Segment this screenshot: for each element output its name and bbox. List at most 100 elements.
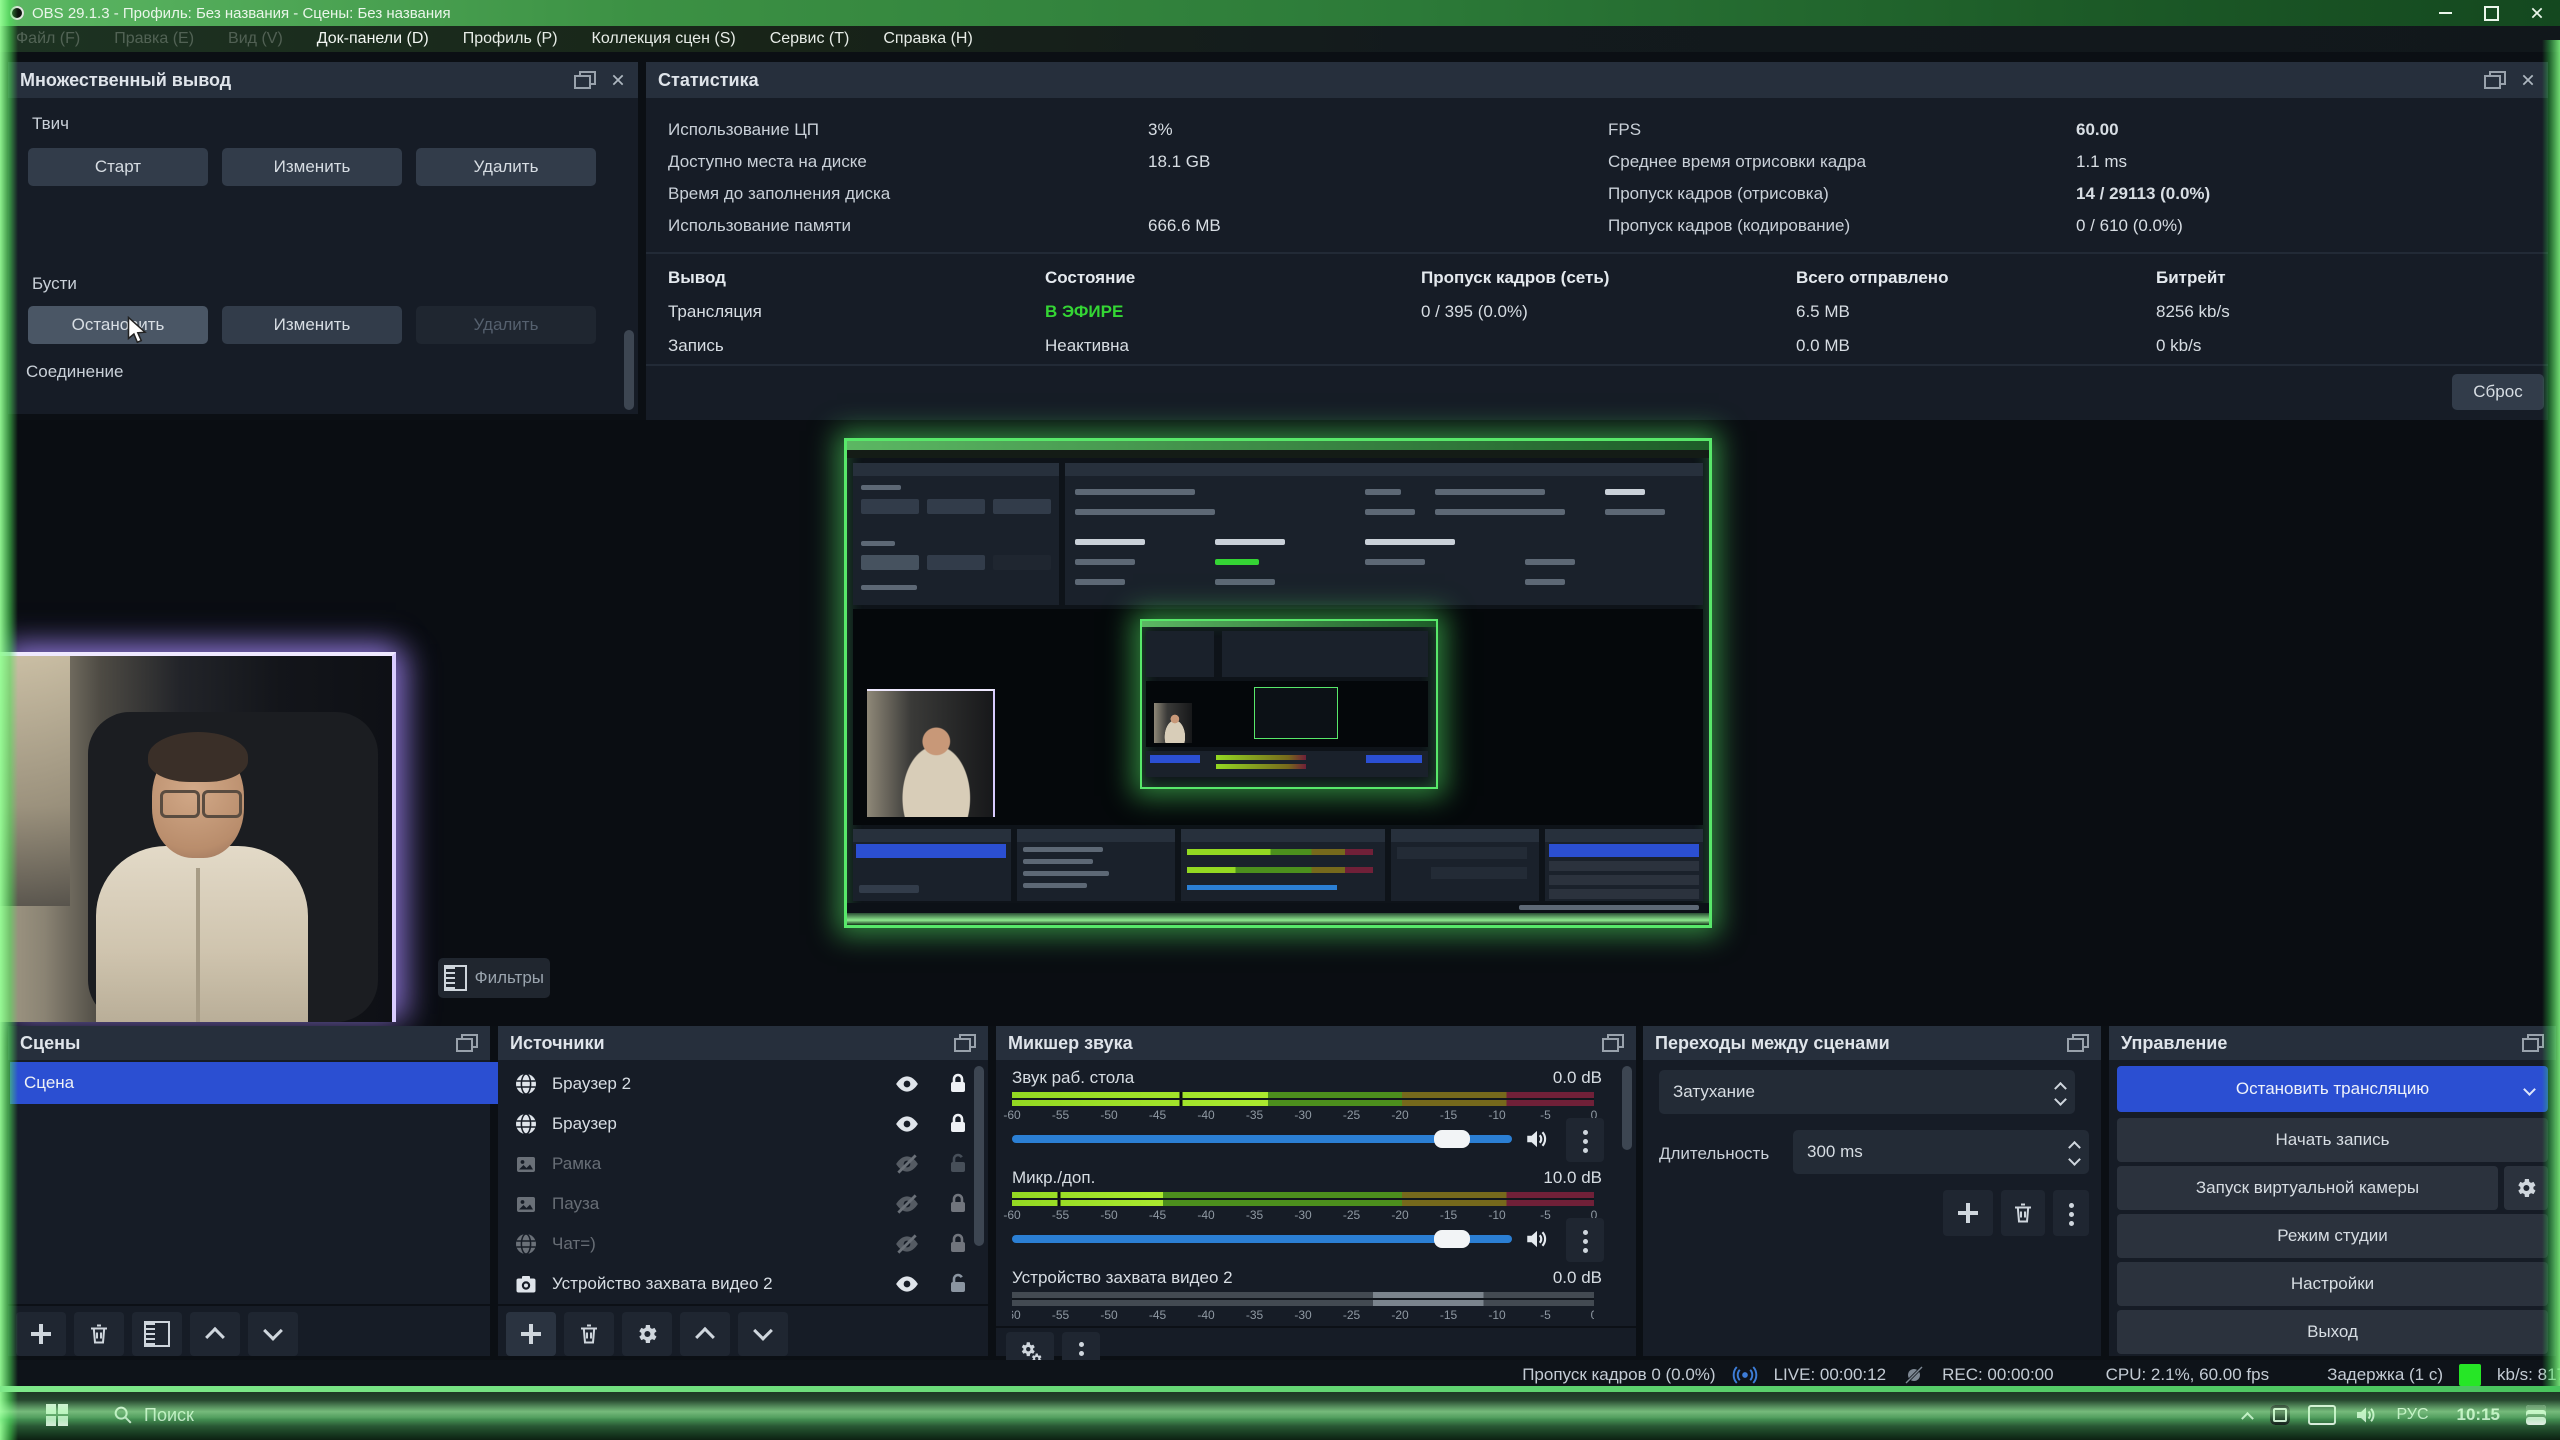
add-transition-button[interactable] — [1943, 1190, 1993, 1236]
menu-help[interactable]: Справка (H) — [883, 30, 972, 48]
add-scene-button[interactable] — [16, 1312, 66, 1356]
unlock-icon[interactable] — [946, 1152, 970, 1176]
tray-volume-icon[interactable] — [2354, 1403, 2378, 1427]
sweater-zipper — [196, 868, 200, 1022]
scene-move-up-button[interactable] — [190, 1312, 240, 1356]
menu-docks[interactable]: Док-панели (D) — [317, 30, 429, 48]
duration-spinbox[interactable]: 300 ms — [1793, 1130, 2089, 1174]
close-button[interactable] — [2514, 0, 2560, 26]
tray-obs-icon[interactable] — [2270, 1405, 2290, 1425]
virtual-camera-settings-button[interactable] — [2504, 1166, 2548, 1210]
obs-application-window: OBS 29.1.3 - Профиль: Без названия - Сце… — [0, 0, 2560, 1440]
table-cell: 0 / 395 (0.0%) — [1421, 302, 1528, 322]
remove-transition-button[interactable] — [2001, 1190, 2045, 1236]
dock-float-icon[interactable] — [456, 1034, 478, 1052]
start-virtual-camera-button[interactable]: Запуск виртуальной камеры — [2117, 1166, 2498, 1210]
dock-float-icon[interactable] — [2484, 71, 2506, 89]
notification-center-icon[interactable] — [2526, 1405, 2546, 1425]
reset-stats-button[interactable]: Сброс — [2452, 374, 2544, 410]
lock-icon[interactable] — [946, 1192, 970, 1216]
dock-float-icon[interactable] — [954, 1034, 976, 1052]
chevron-down-icon[interactable] — [2523, 1083, 2536, 1096]
boosty-delete-button[interactable]: Удалить — [416, 306, 596, 344]
studio-mode-button[interactable]: Режим студии — [2117, 1214, 2548, 1258]
filters-button[interactable]: Фильтры — [438, 958, 550, 998]
scene-move-down-button[interactable] — [248, 1312, 298, 1356]
menu-profile[interactable]: Профиль (P) — [463, 30, 558, 48]
menu-edit[interactable]: Правка (E) — [114, 30, 194, 48]
sources-dock: Источники Браузер 2 Браузер Рамка Пауза — [498, 1026, 988, 1356]
eye-hidden-icon[interactable] — [894, 1231, 920, 1257]
remove-source-button[interactable] — [564, 1312, 614, 1356]
lock-icon[interactable] — [946, 1112, 970, 1136]
taskbar-search[interactable]: Поиск — [112, 1404, 194, 1426]
table-header-output: Вывод — [668, 268, 726, 288]
speaker-icon[interactable] — [1524, 1226, 1550, 1252]
volume-slider[interactable] — [1012, 1230, 1512, 1248]
transition-options-button[interactable] — [2053, 1190, 2089, 1236]
mixer-scrollbar[interactable] — [1622, 1066, 1632, 1150]
transition-select[interactable]: Затухание — [1659, 1070, 2075, 1114]
menu-scene-collection[interactable]: Коллекция сцен (S) — [592, 30, 736, 48]
title-bar[interactable]: OBS 29.1.3 - Профиль: Без названия - Сце… — [0, 0, 2560, 26]
settings-button[interactable]: Настройки — [2117, 1262, 2548, 1306]
start-recording-button[interactable]: Начать запись — [2117, 1118, 2548, 1162]
boosty-stop-button[interactable]: Остановить — [28, 306, 208, 344]
source-row[interactable]: Чат=) — [498, 1224, 970, 1264]
speaker-icon[interactable] — [1524, 1126, 1550, 1152]
mixer-menu-button[interactable] — [1566, 1118, 1604, 1162]
source-row[interactable]: Пауза — [498, 1184, 970, 1224]
lock-icon[interactable] — [946, 1232, 970, 1256]
dock-close-icon[interactable] — [610, 72, 626, 88]
dock-float-icon[interactable] — [574, 71, 596, 89]
maximize-button[interactable] — [2468, 0, 2514, 26]
eye-visible-icon[interactable] — [894, 1271, 920, 1297]
menu-tools[interactable]: Сервис (T) — [770, 30, 850, 48]
source-row[interactable]: Браузер 2 — [498, 1064, 970, 1104]
mixer-menu-button[interactable] — [1566, 1218, 1604, 1262]
dock-close-icon[interactable] — [2520, 72, 2536, 88]
tray-expand-icon[interactable] — [2243, 1411, 2252, 1420]
eye-visible-icon[interactable] — [894, 1111, 920, 1137]
source-row[interactable]: Рамка — [498, 1144, 970, 1184]
dock-scrollbar[interactable] — [624, 330, 634, 410]
exit-button[interactable]: Выход — [2117, 1310, 2548, 1354]
add-source-button[interactable] — [506, 1312, 556, 1356]
menu-view[interactable]: Вид (V) — [228, 30, 283, 48]
window-title: OBS 29.1.3 - Профиль: Без названия - Сце… — [32, 5, 451, 22]
sources-scrollbar[interactable] — [974, 1066, 984, 1246]
spin-down-icon[interactable] — [2068, 1153, 2081, 1166]
remove-scene-button[interactable] — [74, 1312, 124, 1356]
scene-list-item-selected[interactable]: Сцена — [10, 1062, 500, 1104]
eye-visible-icon[interactable] — [894, 1071, 920, 1097]
dock-float-icon[interactable] — [2067, 1034, 2089, 1052]
scene-filters-button[interactable] — [132, 1312, 182, 1356]
source-row[interactable]: Браузер — [498, 1104, 970, 1144]
twitch-edit-button[interactable]: Изменить — [222, 148, 402, 186]
eye-hidden-icon[interactable] — [894, 1191, 920, 1217]
source-properties-button[interactable] — [622, 1312, 672, 1356]
twitch-delete-button[interactable]: Удалить — [416, 148, 596, 186]
start-button[interactable] — [46, 1404, 68, 1426]
nested-screen-capture-level2 — [1140, 619, 1438, 789]
source-move-up-button[interactable] — [680, 1312, 730, 1356]
minimize-button[interactable] — [2422, 0, 2468, 26]
lock-icon[interactable] — [946, 1072, 970, 1096]
person-torso — [96, 846, 308, 1022]
tray-display-icon[interactable] — [2308, 1405, 2336, 1425]
menu-file[interactable]: Файл (F) — [16, 30, 80, 48]
unlock-icon[interactable] — [946, 1272, 970, 1296]
dock-float-icon[interactable] — [1602, 1034, 1624, 1052]
clock[interactable]: 10:15 — [2457, 1405, 2500, 1425]
spin-up-icon[interactable] — [2068, 1141, 2081, 1154]
obs-logo-icon — [10, 6, 24, 20]
source-row[interactable]: Устройство захвата видео 2 — [498, 1264, 970, 1304]
twitch-start-button[interactable]: Старт — [28, 148, 208, 186]
source-move-down-button[interactable] — [738, 1312, 788, 1356]
dock-float-icon[interactable] — [2522, 1034, 2544, 1052]
eye-hidden-icon[interactable] — [894, 1151, 920, 1177]
stop-streaming-button[interactable]: Остановить трансляцию — [2117, 1066, 2548, 1112]
volume-slider[interactable] — [1012, 1130, 1512, 1148]
boosty-edit-button[interactable]: Изменить — [222, 306, 402, 344]
language-indicator[interactable]: РУС — [2396, 1406, 2428, 1424]
